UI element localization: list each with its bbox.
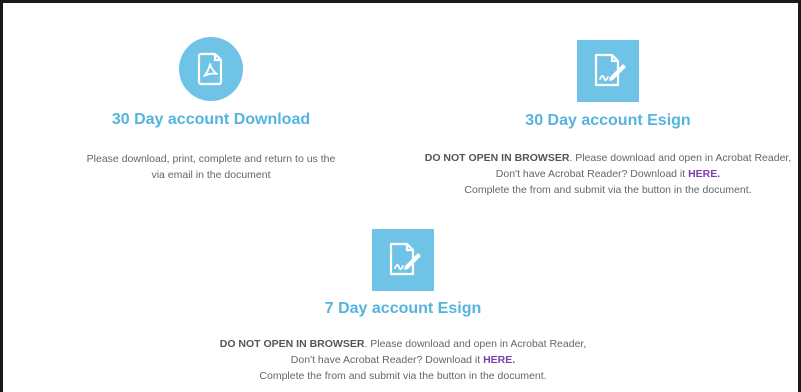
description-text: . Please download and open in Acrobat Re… xyxy=(569,152,792,164)
description-line: Don't have Acrobat Reader? Download it H… xyxy=(203,352,603,368)
description-line: DO NOT OPEN IN BROWSER. Please download … xyxy=(203,336,603,352)
warning-text: DO NOT OPEN IN BROWSER xyxy=(219,338,365,350)
description-line: Complete the from and submit via the but… xyxy=(464,184,752,196)
card-description: DO NOT OPEN IN BROWSER. Please download … xyxy=(423,150,793,198)
card-title[interactable]: 30 Day account Download xyxy=(43,111,379,129)
card-description: DO NOT OPEN IN BROWSER. Please download … xyxy=(203,336,603,384)
card-title[interactable]: 7 Day account Esign xyxy=(203,300,603,318)
description-text: Don't have Acrobat Reader? Download it xyxy=(290,354,484,366)
description-line: DO NOT OPEN IN BROWSER. Please download … xyxy=(423,150,793,166)
description-text: . Please download and open in Acrobat Re… xyxy=(364,338,587,350)
download-reader-link[interactable]: HERE. xyxy=(483,354,515,366)
description-line: Complete the from and submit via the but… xyxy=(259,370,547,382)
description-line: Please download, print, complete and ret… xyxy=(86,153,336,165)
content-frame: 30 Day account Download Please download,… xyxy=(0,0,801,392)
description-line: via email in the document xyxy=(151,169,271,181)
card-title[interactable]: 30 Day account Esign xyxy=(423,112,793,130)
card-7-day-esign: 7 Day account Esign DO NOT OPEN IN BROWS… xyxy=(203,229,603,384)
download-reader-link[interactable]: HERE. xyxy=(688,168,720,180)
warning-text: DO NOT OPEN IN BROWSER xyxy=(424,152,570,164)
card-30-day-download: 30 Day account Download Please download,… xyxy=(43,37,379,183)
description-line: Don't have Acrobat Reader? Download it H… xyxy=(423,166,793,182)
card-30-day-esign: 30 Day account Esign DO NOT OPEN IN BROW… xyxy=(423,40,793,198)
sign-document-icon[interactable] xyxy=(372,229,434,291)
pdf-document-icon[interactable] xyxy=(179,37,243,101)
description-text: Don't have Acrobat Reader? Download it xyxy=(495,168,689,180)
card-description: Please download, print, complete and ret… xyxy=(43,151,379,183)
sign-document-icon[interactable] xyxy=(577,40,639,102)
